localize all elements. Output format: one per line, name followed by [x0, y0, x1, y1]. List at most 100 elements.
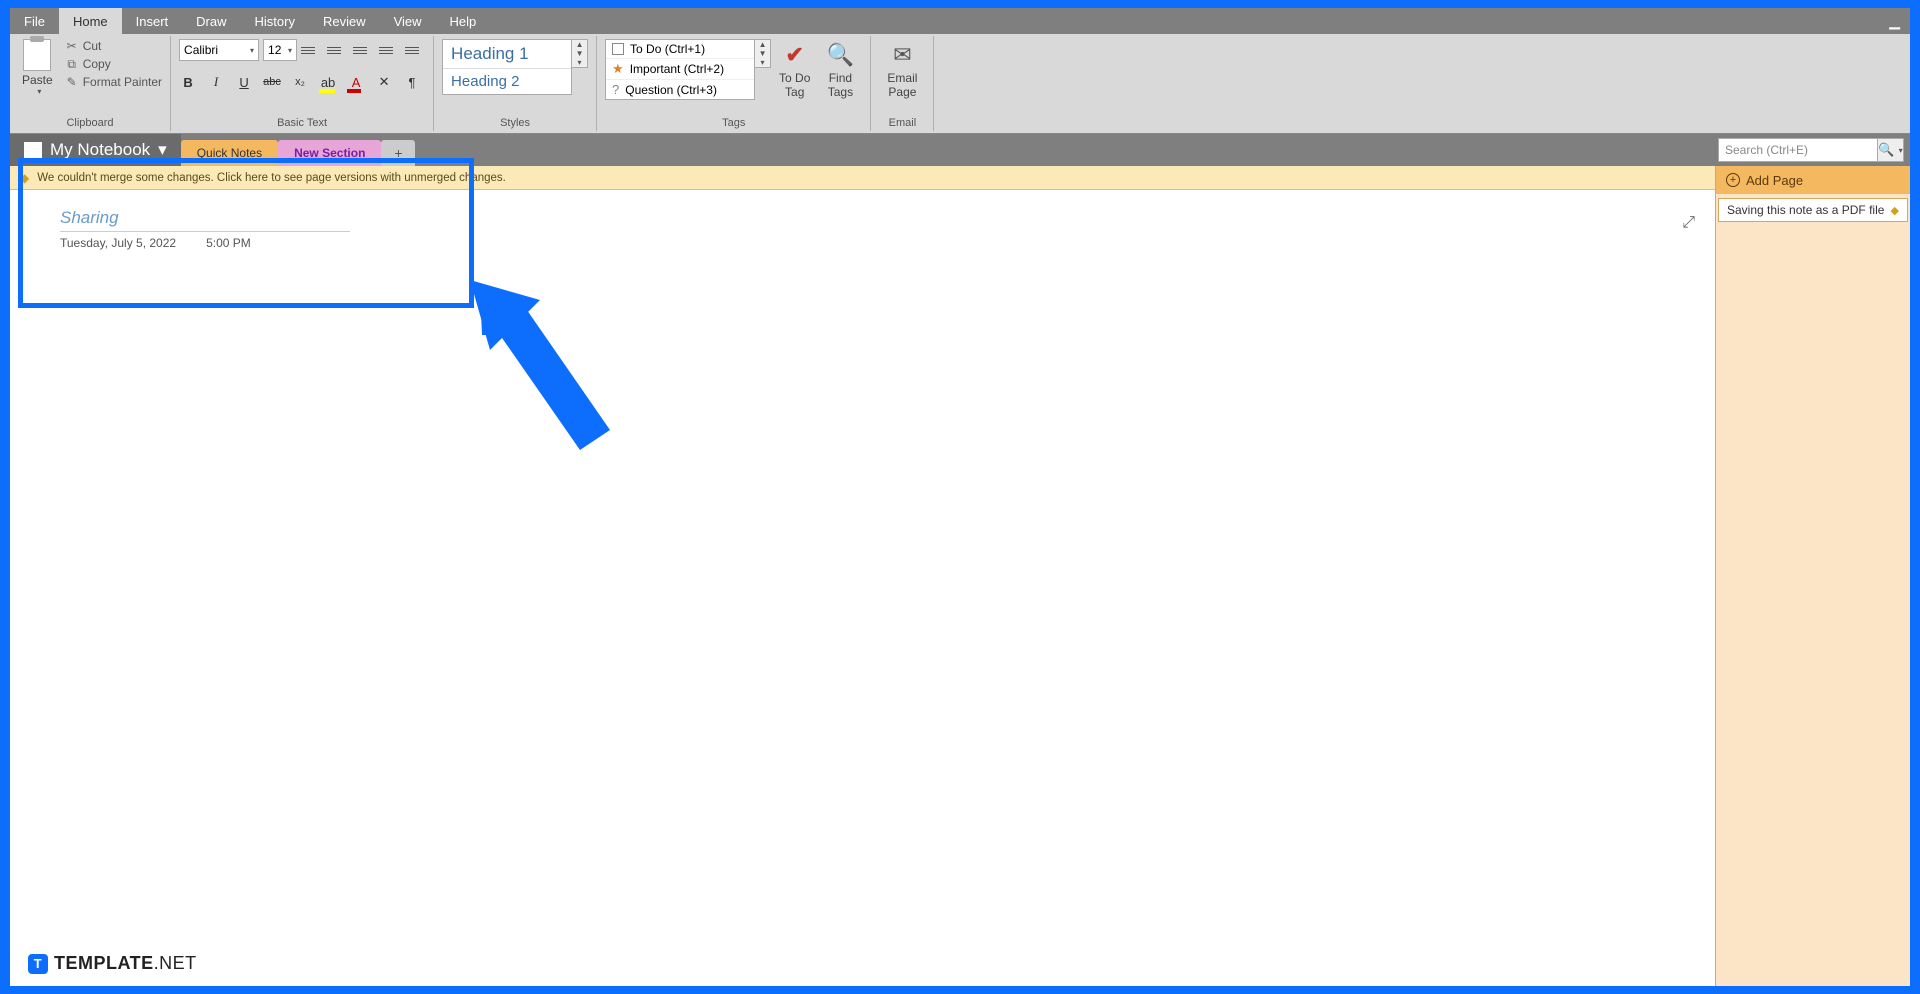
ribbon-group-styles: Heading 1 Heading 2 ▲ ▼ ▾ Styles: [434, 36, 597, 131]
find-tags-button[interactable]: 🔍 Find Tags: [818, 39, 862, 102]
format-button[interactable]: ¶: [403, 73, 421, 91]
page-canvas[interactable]: ◆ We couldn't merge some changes. Click …: [10, 166, 1715, 986]
window-controls: ▁: [1889, 8, 1910, 34]
page-item-title: Saving this note as a PDF file: [1727, 203, 1884, 217]
expand-icon[interactable]: ⤢: [1682, 214, 1695, 232]
bold-button[interactable]: B: [179, 73, 197, 91]
email-page-label: Email Page: [887, 71, 917, 100]
notebook-bar: My Notebook ▾ Quick Notes New Section + …: [10, 134, 1910, 166]
tag-question[interactable]: ? Question (Ctrl+3): [606, 80, 754, 99]
style-heading2[interactable]: Heading 2: [443, 69, 571, 94]
group-label-email: Email: [879, 117, 925, 129]
todo-tag-label: To Do Tag: [779, 71, 810, 100]
outdent-button[interactable]: [353, 40, 373, 60]
tag-important-label: Important (Ctrl+2): [630, 62, 724, 76]
menu-bar: File Home Insert Draw History Review Vie…: [10, 8, 1910, 34]
page-title[interactable]: Sharing: [60, 208, 350, 232]
group-label-clipboard: Clipboard: [18, 117, 162, 129]
styles-scroll: ▲ ▼ ▾: [572, 39, 588, 68]
chevron-down-icon: ▾: [288, 46, 292, 55]
watermark: T TEMPLATE.NET: [28, 953, 197, 974]
clear-format-button[interactable]: ✕: [375, 73, 393, 91]
chevron-down-icon: ▾: [250, 46, 254, 55]
menu-home[interactable]: Home: [59, 8, 122, 34]
section-tab-quick-notes[interactable]: Quick Notes: [181, 140, 278, 166]
underline-button[interactable]: U: [235, 73, 253, 91]
scroll-more-icon[interactable]: ▾: [755, 58, 770, 67]
page-list-item[interactable]: Saving this note as a PDF file ◆: [1718, 198, 1908, 222]
minimize-icon[interactable]: ▁: [1889, 13, 1900, 30]
tags-gallery[interactable]: To Do (Ctrl+1) ★ Important (Ctrl+2) ? Ques…: [605, 39, 755, 100]
question-icon: ?: [612, 82, 619, 97]
menu-view[interactable]: View: [380, 8, 436, 34]
menu-draw[interactable]: Draw: [182, 8, 240, 34]
numbering-button[interactable]: [327, 40, 347, 60]
scroll-up-icon[interactable]: ▲: [755, 40, 770, 49]
search-button[interactable]: 🔍▾: [1878, 138, 1904, 162]
checkbox-icon: [612, 43, 624, 55]
ribbon-group-email: ✉ Email Page Email: [871, 36, 934, 131]
chevron-down-icon: ▾: [37, 87, 41, 96]
ribbon: Paste ▾ ✂Cut ⧉Copy ✎Format Painter Clipb…: [10, 34, 1910, 134]
group-label-tags: Tags: [605, 117, 862, 129]
notebook-name: My Notebook: [50, 140, 150, 160]
book-icon: [24, 142, 42, 158]
section-tab-new-section[interactable]: New Section: [278, 140, 381, 166]
align-button[interactable]: [405, 40, 425, 60]
menu-insert[interactable]: Insert: [122, 8, 183, 34]
menu-file[interactable]: File: [10, 8, 59, 34]
scroll-down-icon[interactable]: ▼: [572, 49, 587, 58]
tags-scroll: ▲ ▼ ▾: [755, 39, 771, 68]
paste-label: Paste: [22, 73, 53, 87]
strikethrough-button[interactable]: abc: [263, 73, 281, 91]
font-size-select[interactable]: 12 ▾: [263, 39, 297, 61]
scroll-down-icon[interactable]: ▼: [755, 49, 770, 58]
watermark-logo-icon: T: [28, 954, 48, 974]
font-size-value: 12: [268, 43, 281, 57]
merge-conflict-bar[interactable]: ◆ We couldn't merge some changes. Click …: [10, 166, 1715, 190]
page-time: 5:00 PM: [206, 236, 251, 250]
cut-label: Cut: [83, 39, 102, 53]
search-icon: 🔍: [826, 41, 854, 69]
cut-button[interactable]: ✂Cut: [65, 39, 162, 53]
todo-tag-button[interactable]: ✔ To Do Tag: [771, 39, 818, 102]
tag-todo-label: To Do (Ctrl+1): [630, 42, 705, 56]
notebook-selector[interactable]: My Notebook ▾: [10, 134, 181, 166]
menu-review[interactable]: Review: [309, 8, 380, 34]
font-family-select[interactable]: Calibri▾: [179, 39, 259, 61]
tag-todo[interactable]: To Do (Ctrl+1): [606, 40, 754, 59]
menu-history[interactable]: History: [241, 8, 309, 34]
italic-button[interactable]: I: [207, 73, 225, 91]
tag-question-label: Question (Ctrl+3): [625, 83, 717, 97]
styles-gallery[interactable]: Heading 1 Heading 2: [442, 39, 572, 95]
scroll-more-icon[interactable]: ▾: [572, 58, 587, 67]
chevron-down-icon: ▾: [158, 140, 167, 160]
ribbon-group-clipboard: Paste ▾ ✂Cut ⧉Copy ✎Format Painter Clipb…: [10, 36, 171, 131]
menu-help[interactable]: Help: [436, 8, 491, 34]
format-painter-button[interactable]: ✎Format Painter: [65, 75, 162, 89]
scroll-up-icon[interactable]: ▲: [572, 40, 587, 49]
add-page-button[interactable]: + Add Page: [1716, 166, 1910, 194]
warning-icon: ◆: [20, 171, 29, 185]
indent-button[interactable]: [379, 40, 399, 60]
group-label-styles: Styles: [442, 117, 588, 129]
star-icon: ★: [612, 61, 624, 77]
search-input[interactable]: Search (Ctrl+E): [1718, 138, 1878, 162]
copy-label: Copy: [83, 57, 111, 71]
add-section-button[interactable]: +: [381, 140, 415, 166]
brush-icon: ✎: [65, 75, 79, 89]
email-page-button[interactable]: ✉ Email Page: [879, 39, 925, 102]
style-heading1[interactable]: Heading 1: [443, 40, 571, 69]
search-icon: 🔍: [1878, 142, 1894, 158]
envelope-icon: ✉: [888, 41, 916, 69]
tag-important[interactable]: ★ Important (Ctrl+2): [606, 59, 754, 80]
subscript-button[interactable]: x₂: [291, 73, 309, 91]
font-color-button[interactable]: A: [347, 73, 365, 91]
bullets-button[interactable]: [301, 40, 321, 60]
plus-circle-icon: +: [1726, 173, 1740, 187]
copy-button[interactable]: ⧉Copy: [65, 57, 162, 71]
highlight-button[interactable]: ab: [319, 73, 337, 91]
paste-button[interactable]: Paste ▾: [18, 39, 57, 96]
sync-icon: ◆: [1891, 204, 1899, 217]
group-label-basic-text: Basic Text: [179, 117, 425, 129]
